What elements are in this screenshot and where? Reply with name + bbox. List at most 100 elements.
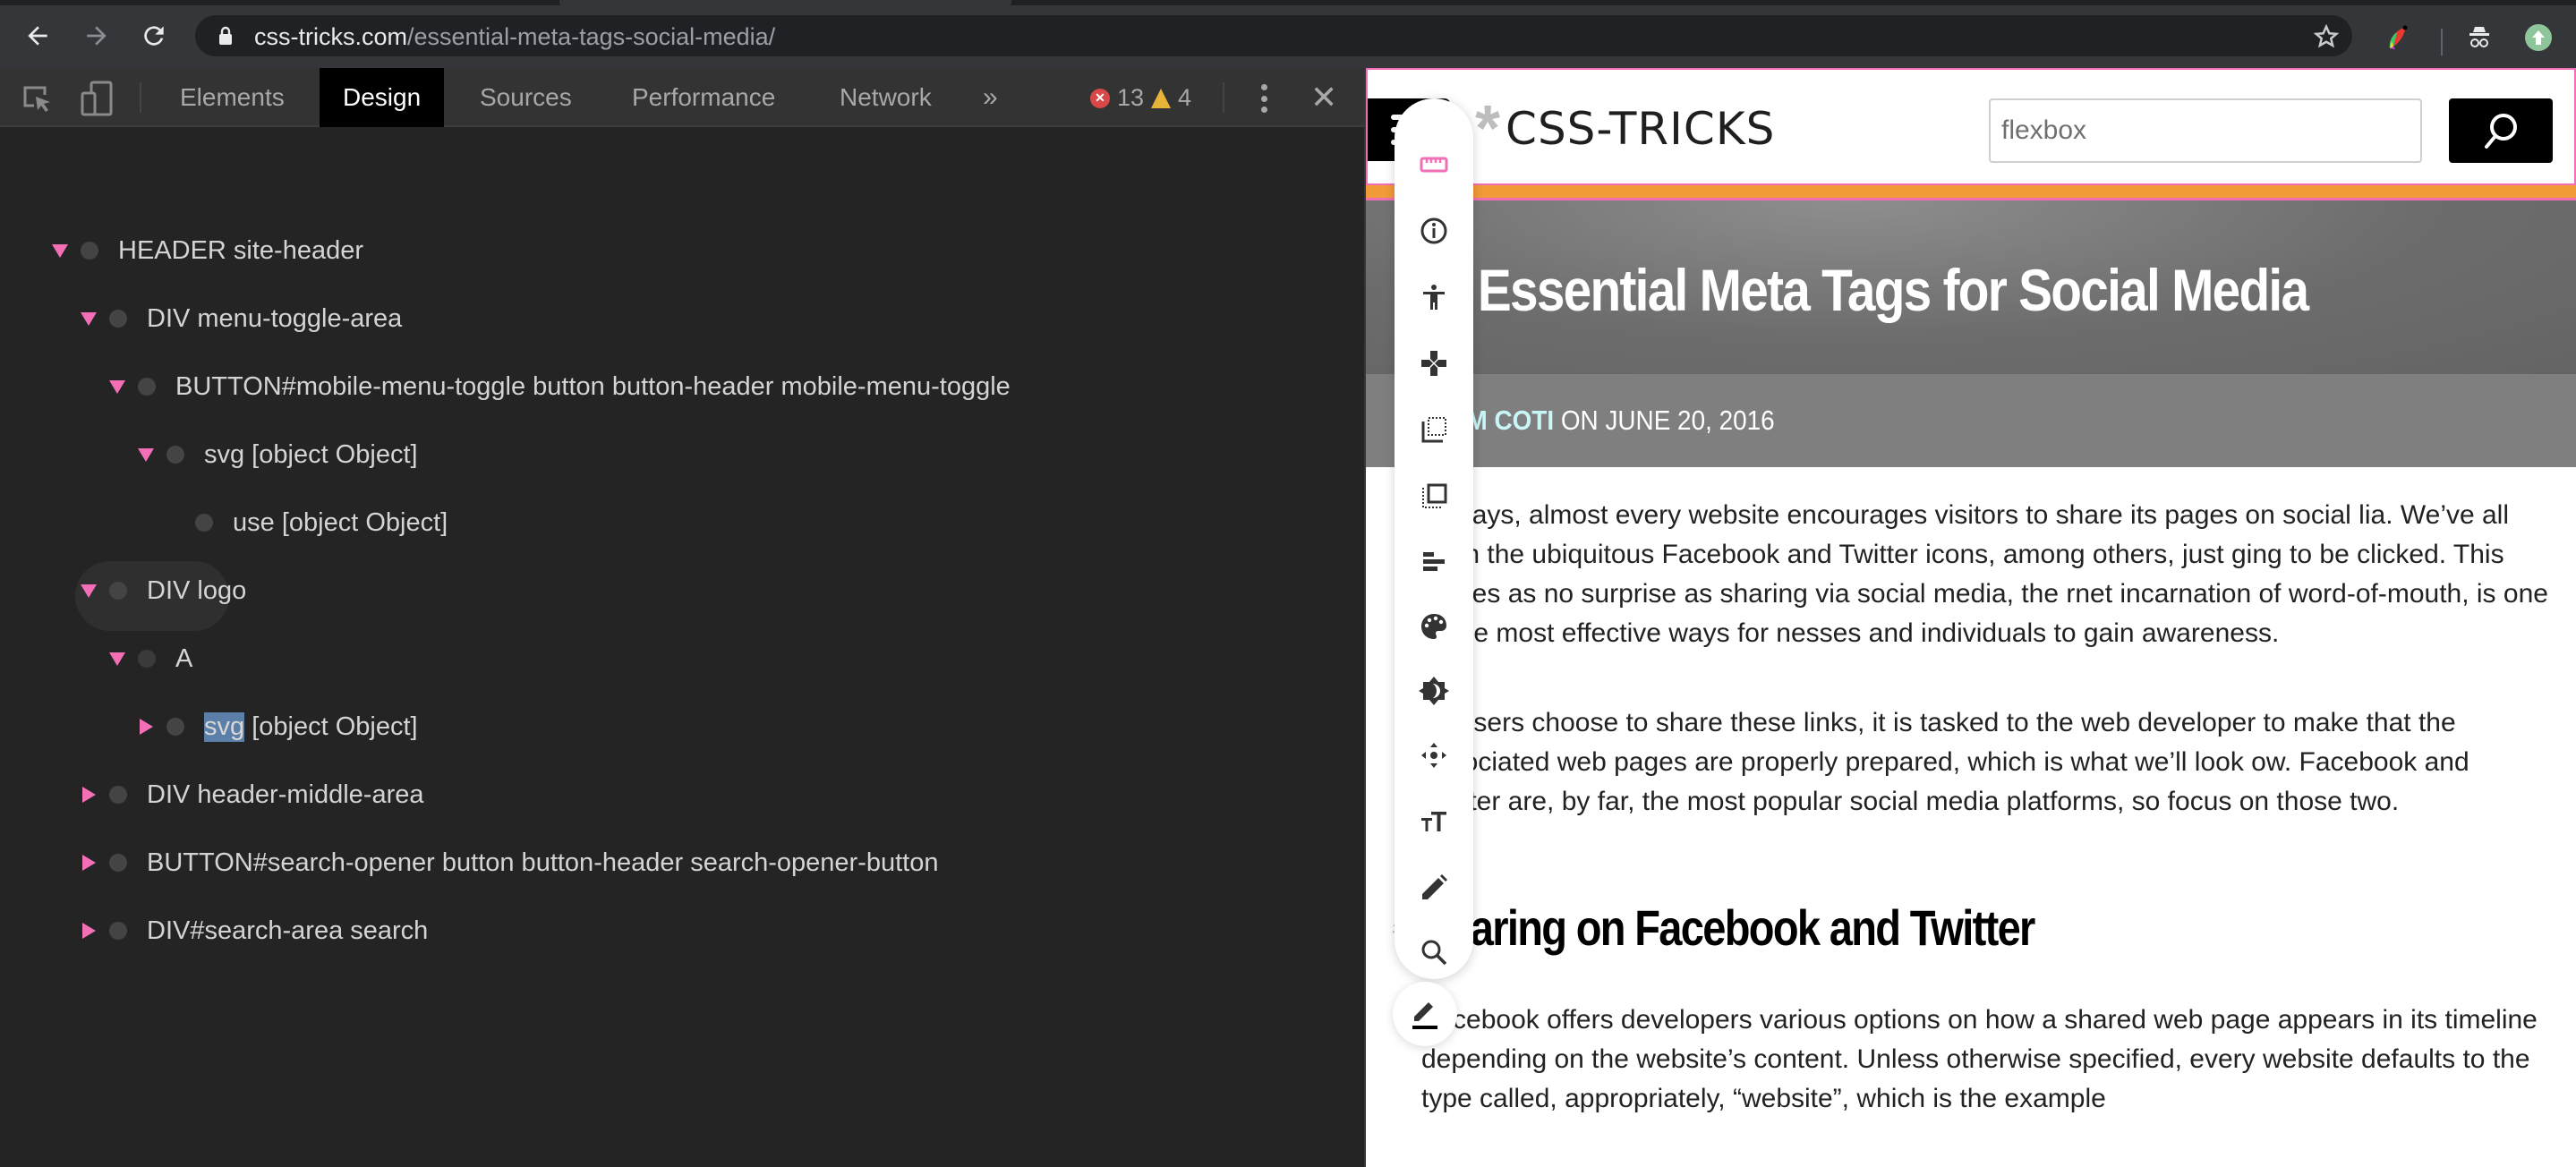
visibility-dot[interactable] [109,922,127,940]
expand-toggle[interactable] [107,649,127,669]
tree-node[interactable]: DIV logo [79,573,246,609]
tool-margin[interactable] [1395,403,1473,456]
tool-move[interactable] [1395,336,1473,390]
caret-right-icon [81,787,96,803]
caret-down-icon [81,584,97,598]
tool-padding[interactable] [1395,469,1473,523]
font-size-icon [1421,812,1446,831]
tab-sources[interactable]: Sources [456,68,595,127]
tool-align[interactable] [1395,535,1473,589]
visibility-dot[interactable] [109,310,127,328]
caret-down-icon [109,652,125,666]
extension-feather-icon[interactable] [2383,23,2411,52]
padding-icon [1422,483,1447,508]
search-button[interactable] [2449,98,2553,163]
brightness-contrast-icon [1419,677,1449,705]
error-icon: ✕ [1090,88,1110,108]
tree-node[interactable]: svg [object Object] [136,437,418,473]
url-text[interactable]: css-tricks.com/essential-meta-tags-socia… [254,23,775,51]
color-palette-icon [1421,614,1446,639]
close-devtools-button[interactable]: ✕ [1310,81,1337,114]
visibility-dot[interactable] [166,718,184,736]
expand-toggle[interactable] [79,853,98,873]
tab-design[interactable]: Design [320,68,445,127]
expand-toggle[interactable] [79,785,98,805]
tree-node[interactable]: HEADER site-header [50,233,363,268]
devtools-panel: Elements Design Sources Performance Netw… [0,68,1364,1167]
info-icon [1420,217,1447,244]
tab-elements[interactable]: Elements [157,68,308,127]
expand-toggle[interactable] [79,309,98,328]
visibility-dot[interactable] [138,378,156,396]
site-header: * CSS-TRICKS flexbox [1366,68,2576,185]
caret-right-icon [81,923,96,939]
back-button[interactable] [20,18,55,54]
visibility-dot[interactable] [166,446,184,464]
tool-color[interactable] [1395,600,1473,653]
node-label: [object Object] [244,711,418,741]
tree-node[interactable]: BUTTON#mobile-menu-toggle button button-… [107,369,1011,405]
tool-inspect[interactable] [1395,204,1473,258]
tree-node[interactable]: DIV menu-toggle-area [79,301,402,336]
visibility-dot[interactable] [81,242,98,260]
forward-arrow-icon [87,26,107,46]
incognito-icon[interactable] [2465,23,2494,52]
expand-toggle[interactable] [136,445,156,464]
search-icon [2485,114,2517,149]
inspect-element-button[interactable] [20,81,55,116]
design-toolbar [1395,98,1473,979]
header-accent-bar [1366,185,2576,200]
tool-guides[interactable] [1395,138,1473,192]
visibility-dot[interactable] [138,650,156,668]
tab-performance[interactable]: Performance [609,68,798,127]
tool-contrast[interactable] [1395,664,1473,718]
logo-asterisk-icon: * [1475,93,1501,165]
site-logo[interactable]: * CSS-TRICKS [1475,93,1776,165]
bookmark-star-icon[interactable] [2313,23,2340,50]
profile-upload-icon[interactable] [2524,23,2553,52]
node-label-selected: svg [204,711,245,742]
tree-node-hovered[interactable]: A [107,641,192,677]
node-label: use [object Object] [233,507,448,537]
reload-button[interactable] [136,18,172,54]
tool-font[interactable] [1395,795,1473,848]
tool-text-edit[interactable] [1395,861,1473,915]
caret-right-icon [81,855,96,871]
address-bar[interactable]: css-tricks.com/essential-meta-tags-socia… [195,15,2352,56]
node-label: BUTTON#mobile-menu-toggle button button-… [175,371,1011,401]
move-gamepad-icon [1421,351,1446,376]
visibility-dot[interactable] [109,854,127,872]
reload-icon [144,26,164,46]
caret-right-icon [139,719,153,735]
tree-node[interactable]: BUTTON#search-opener button button-heade… [79,845,939,881]
node-label: svg [object Object] [204,439,418,469]
article-paragraph: se days, almost every website encourages… [1421,500,2548,648]
tree-node[interactable]: use [object Object] [165,505,448,541]
visibility-dot[interactable] [109,582,127,600]
edit-mode-fab[interactable] [1393,982,1457,1046]
expand-toggle[interactable] [107,377,127,396]
url-host: css-tricks.com [254,23,407,50]
tool-position[interactable] [1395,728,1473,782]
forward-button[interactable] [79,18,115,54]
tool-search[interactable] [1395,925,1473,979]
device-toolbar-button[interactable] [79,81,115,116]
tree-node[interactable]: DIV#search-area search [79,913,428,949]
tree-node[interactable]: DIV header-middle-area [79,777,423,813]
expand-toggle[interactable] [79,581,98,601]
logo-text: CSS-TRICKS [1506,103,1776,155]
article-paragraph: Facebook offers developers various optio… [1421,1005,2538,1113]
search-input[interactable]: flexbox [1989,98,2422,163]
tab-network[interactable]: Network [816,68,955,127]
node-label: DIV logo [147,575,247,605]
tool-accessibility[interactable] [1395,270,1473,324]
expand-toggle[interactable] [50,241,70,260]
devtools-menu-button[interactable] [1253,82,1275,115]
tree-node-selected[interactable]: svg [object Object] [136,709,418,745]
visibility-dot[interactable] [109,786,127,804]
issues-counter[interactable]: ✕ 13 4 [1090,84,1191,112]
expand-toggle[interactable] [79,921,98,941]
visibility-dot[interactable] [195,514,213,532]
more-tabs-button[interactable]: » [983,82,998,113]
expand-toggle[interactable] [136,717,156,737]
